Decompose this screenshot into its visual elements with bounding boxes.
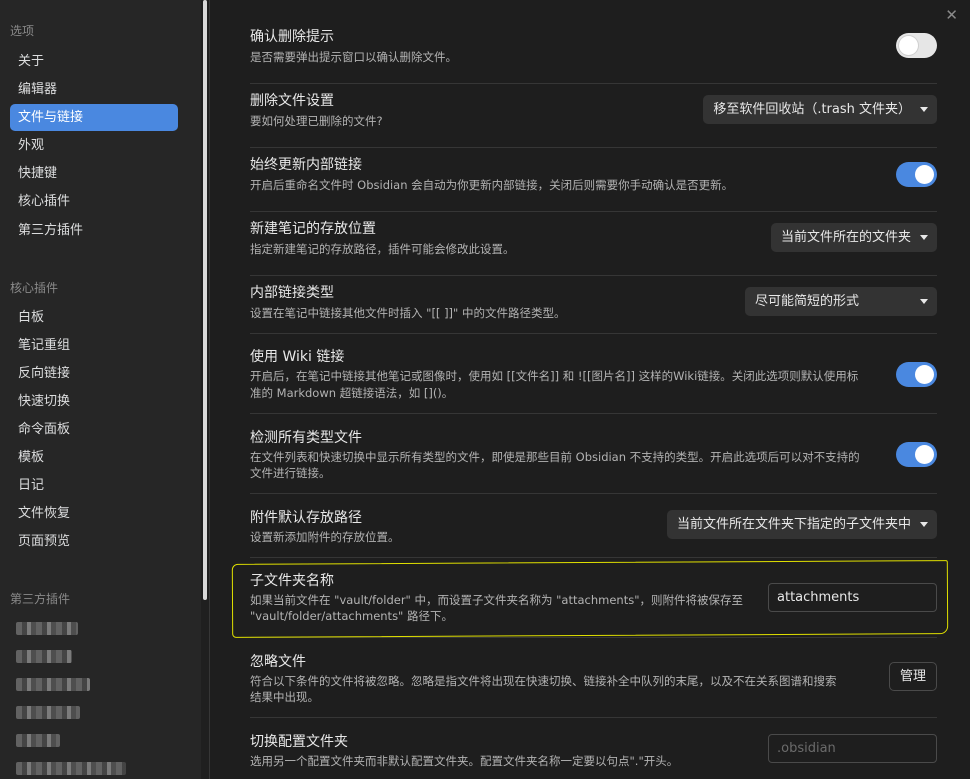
close-icon[interactable]: ✕ xyxy=(945,6,958,24)
toggle-knob xyxy=(915,445,934,464)
sidebar-item-command-palette[interactable]: 命令面板 xyxy=(10,416,178,443)
dropdown-value: 当前文件所在的文件夹 xyxy=(780,230,911,245)
setting-description: 在文件列表和快速切换中显示所有类型的文件，即使是那些目前 Obsidian 不支… xyxy=(250,450,860,464)
setting-description: 设置在笔记中链接其他文件时插入 "[[ ]]" 中的文件路径类型。 xyxy=(250,306,566,320)
setting-detect-all-files: 检测所有类型文件 在文件列表和快速切换中显示所有类型的文件，即使是那些目前 Ob… xyxy=(250,414,937,494)
setting-description: 要如何处理已删除的文件? xyxy=(250,114,383,128)
sidebar-item-blurred[interactable] xyxy=(16,650,72,663)
setting-title: 使用 Wiki 链接 xyxy=(250,349,345,365)
sidebar-heading-third-party: 第三方插件 xyxy=(10,592,71,606)
setting-wiki-links: 使用 Wiki 链接 开启后，在笔记中链接其他笔记或图像时，使用如 [[文件名]… xyxy=(250,334,937,414)
setting-confirm-delete: 确认删除提示 是否需要弹出提示窗口以确认删除文件。 xyxy=(250,22,937,84)
sidebar-item-blurred[interactable] xyxy=(16,622,78,635)
setting-title: 新建笔记的存放位置 xyxy=(250,221,376,237)
setting-title: 确认删除提示 xyxy=(250,29,334,45)
setting-title: 内部链接类型 xyxy=(250,285,334,301)
setting-deleted-files: 删除文件设置 要如何处理已删除的文件? 移至软件回收站（.trash 文件夹） xyxy=(250,84,937,148)
sidebar-item-core-plugins[interactable]: 核心插件 xyxy=(10,188,178,215)
setting-title: 切换配置文件夹 xyxy=(250,734,348,750)
sidebar-item-third-party-plugins[interactable]: 第三方插件 xyxy=(10,217,178,244)
setting-new-note-location: 新建笔记的存放位置 指定新建笔记的存放路径，插件可能会修改此设置。 当前文件所在… xyxy=(250,212,937,276)
chevron-down-icon xyxy=(920,522,928,527)
setting-config-folder: 切换配置文件夹 选用另一个配置文件夹而非默认配置文件夹。配置文件夹名称一定要以句… xyxy=(250,718,937,779)
settings-content: ✕ 确认删除提示 是否需要弹出提示窗口以确认删除文件。 删除文件设置 要如何处理… xyxy=(210,0,970,779)
sidebar-item-quick-switcher[interactable]: 快速切换 xyxy=(10,388,178,415)
sidebar-item-appearance[interactable]: 外观 xyxy=(10,132,178,159)
sidebar-scrollbar[interactable] xyxy=(201,0,209,779)
toggle-knob xyxy=(915,365,934,384)
sidebar-item-note-composer[interactable]: 笔记重组 xyxy=(10,332,178,359)
chevron-down-icon xyxy=(920,299,928,304)
toggle-knob xyxy=(915,165,934,184)
chevron-down-icon xyxy=(920,107,928,112)
sidebar-item-blurred[interactable] xyxy=(16,762,126,775)
confirm-delete-toggle[interactable] xyxy=(896,33,937,58)
manage-excluded-button[interactable]: 管理 xyxy=(888,662,937,691)
new-note-location-dropdown[interactable]: 当前文件所在的文件夹 xyxy=(770,223,937,252)
sidebar-item-blurred[interactable] xyxy=(16,734,60,747)
sidebar-item-files-links[interactable]: 文件与链接 xyxy=(10,104,178,131)
wiki-links-toggle[interactable] xyxy=(896,362,937,387)
annotation-highlight xyxy=(231,560,949,638)
config-folder-input[interactable]: .obsidian xyxy=(768,734,937,763)
attachment-location-dropdown[interactable]: 当前文件所在文件夹下指定的子文件夹中 xyxy=(666,510,937,539)
sidebar-item-hotkeys[interactable]: 快捷键 xyxy=(10,160,178,187)
setting-description: 文件进行链接。 xyxy=(250,466,331,480)
sidebar-item-daily-notes[interactable]: 日记 xyxy=(10,472,178,499)
setting-title: 检测所有类型文件 xyxy=(250,430,362,446)
setting-description: 指定新建笔记的存放路径，插件可能会修改此设置。 xyxy=(250,242,515,256)
setting-description: 准的 Markdown 超链接语法，如 []()。 xyxy=(250,386,454,400)
sidebar-item-canvas[interactable]: 白板 xyxy=(10,304,178,331)
chevron-down-icon xyxy=(920,235,928,240)
setting-title: 忽略文件 xyxy=(250,654,306,670)
setting-description: 符合以下条件的文件将被忽略。忽略是指文件将出现在快速切换、链接补全中队列的末尾，… xyxy=(250,674,837,688)
setting-description: 结果中出现。 xyxy=(250,690,319,704)
sidebar-item-page-preview[interactable]: 页面预览 xyxy=(10,528,178,555)
dropdown-value: 尽可能简短的形式 xyxy=(755,294,860,309)
settings-window: 选项 关于 编辑器 文件与链接 外观 快捷键 核心插件 第三方插件 核心插件 白… xyxy=(0,0,970,779)
sidebar-item-file-recovery[interactable]: 文件恢复 xyxy=(10,500,178,527)
toggle-knob xyxy=(899,36,918,55)
setting-update-links: 始终更新内部链接 开启后重命名文件时 Obsidian 会自动为你更新内部链接，… xyxy=(250,148,937,212)
dropdown-value: 当前文件所在文件夹下指定的子文件夹中 xyxy=(676,517,911,532)
setting-description: 开启后重命名文件时 Obsidian 会自动为你更新内部链接，关闭后则需要你手动… xyxy=(250,178,734,192)
setting-description: 选用另一个配置文件夹而非默认配置文件夹。配置文件夹名称一定要以句点"."开头。 xyxy=(250,754,679,768)
setting-title: 附件默认存放路径 xyxy=(250,510,362,526)
sidebar-item-blurred[interactable] xyxy=(16,706,80,719)
setting-link-format: 内部链接类型 设置在笔记中链接其他文件时插入 "[[ ]]" 中的文件路径类型。… xyxy=(250,276,937,334)
setting-title: 始终更新内部链接 xyxy=(250,157,362,173)
settings-sidebar: 选项 关于 编辑器 文件与链接 外观 快捷键 核心插件 第三方插件 核心插件 白… xyxy=(0,0,201,779)
sidebar-item-backlinks[interactable]: 反向链接 xyxy=(10,360,178,387)
sidebar-heading-options: 选项 xyxy=(10,24,35,38)
dropdown-value: 移至软件回收站（.trash 文件夹） xyxy=(713,102,911,117)
link-format-dropdown[interactable]: 尽可能简短的形式 xyxy=(745,287,937,316)
sidebar-item-blurred[interactable] xyxy=(16,678,90,691)
setting-excluded-files: 忽略文件 符合以下条件的文件将被忽略。忽略是指文件将出现在快速切换、链接补全中队… xyxy=(250,638,937,718)
setting-description: 开启后，在笔记中链接其他笔记或图像时，使用如 [[文件名]] 和 ![[图片名]… xyxy=(250,369,859,383)
sidebar-heading-core: 核心插件 xyxy=(10,281,59,295)
sidebar-item-about[interactable]: 关于 xyxy=(10,48,178,75)
setting-attachment-location: 附件默认存放路径 设置新添加附件的存放位置。 当前文件所在文件夹下指定的子文件夹… xyxy=(250,494,937,558)
deleted-files-dropdown[interactable]: 移至软件回收站（.trash 文件夹） xyxy=(703,95,937,124)
setting-title: 删除文件设置 xyxy=(250,93,334,109)
detect-all-files-toggle[interactable] xyxy=(896,442,937,467)
update-links-toggle[interactable] xyxy=(896,162,937,187)
sidebar-item-editor[interactable]: 编辑器 xyxy=(10,76,178,103)
sidebar-item-templates[interactable]: 模板 xyxy=(10,444,178,471)
sidebar-scrollbar-thumb[interactable] xyxy=(203,0,207,600)
setting-description: 是否需要弹出提示窗口以确认删除文件。 xyxy=(250,50,457,64)
setting-description: 设置新添加附件的存放位置。 xyxy=(250,530,400,544)
